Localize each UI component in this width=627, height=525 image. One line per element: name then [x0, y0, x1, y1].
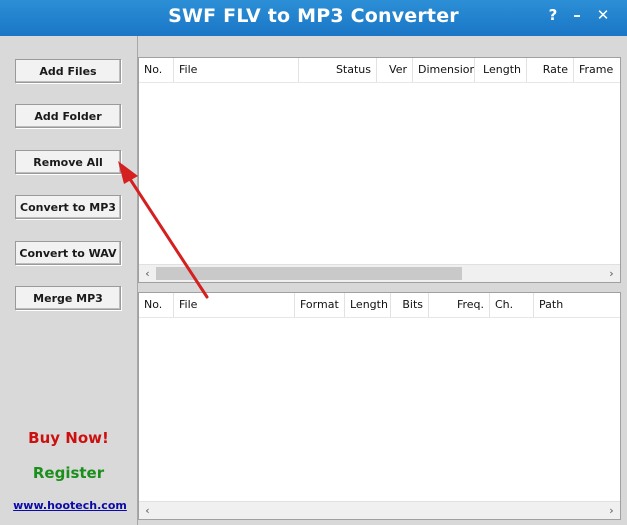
column-header-freq[interactable]: Freq.: [429, 293, 490, 317]
column-header-path[interactable]: Path: [534, 293, 620, 317]
column-header-ch[interactable]: Ch.: [490, 293, 534, 317]
buy-now-link[interactable]: Buy Now!: [0, 429, 137, 447]
column-header-dimension[interactable]: Dimension: [413, 58, 475, 82]
website-link[interactable]: www.hootech.com: [0, 499, 140, 512]
add-files-button[interactable]: Add Files: [15, 59, 121, 83]
column-header-ver[interactable]: Ver: [377, 58, 413, 82]
merge-mp3-button[interactable]: Merge MP3: [15, 286, 121, 310]
column-header-no[interactable]: No.: [139, 58, 174, 82]
scroll-right-icon[interactable]: ›: [603, 265, 620, 282]
title-bar: SWF FLV to MP3 Converter ? – ✕: [0, 0, 627, 36]
input-file-list[interactable]: No. File Status Ver Dimension Length Rat…: [138, 57, 621, 283]
close-icon[interactable]: ✕: [592, 4, 614, 26]
output-list-scrollbar[interactable]: ‹ ›: [139, 501, 620, 519]
output-file-list[interactable]: No. File Format Length Bits Freq. Ch. Pa…: [138, 292, 621, 520]
column-header-no[interactable]: No.: [139, 293, 174, 317]
input-list-scrollbar[interactable]: ‹ ›: [139, 264, 620, 282]
scroll-left-icon[interactable]: ‹: [139, 502, 156, 519]
sidebar: Add Files Add Folder Remove All Convert …: [0, 36, 138, 525]
column-header-file[interactable]: File: [174, 293, 295, 317]
convert-to-wav-button[interactable]: Convert to WAV: [15, 241, 121, 265]
convert-to-mp3-button[interactable]: Convert to MP3: [15, 195, 121, 219]
help-icon[interactable]: ?: [542, 4, 564, 26]
scrollbar-thumb[interactable]: [156, 267, 462, 280]
scroll-left-icon[interactable]: ‹: [139, 265, 156, 282]
output-list-header: No. File Format Length Bits Freq. Ch. Pa…: [139, 293, 620, 318]
column-header-bits[interactable]: Bits: [391, 293, 429, 317]
column-header-rate[interactable]: Rate: [527, 58, 574, 82]
minimize-icon[interactable]: –: [566, 4, 588, 26]
input-list-header: No. File Status Ver Dimension Length Rat…: [139, 58, 620, 83]
register-link[interactable]: Register: [0, 464, 137, 482]
column-header-file[interactable]: File: [174, 58, 299, 82]
remove-all-button[interactable]: Remove All: [15, 150, 121, 174]
scroll-right-icon[interactable]: ›: [603, 502, 620, 519]
column-header-length[interactable]: Length: [475, 58, 527, 82]
add-folder-button[interactable]: Add Folder: [15, 104, 121, 128]
column-header-length[interactable]: Length: [345, 293, 391, 317]
column-header-status[interactable]: Status: [299, 58, 377, 82]
column-header-frame[interactable]: Frame: [574, 58, 620, 82]
window-title: SWF FLV to MP3 Converter: [168, 5, 459, 27]
column-header-format[interactable]: Format: [295, 293, 345, 317]
